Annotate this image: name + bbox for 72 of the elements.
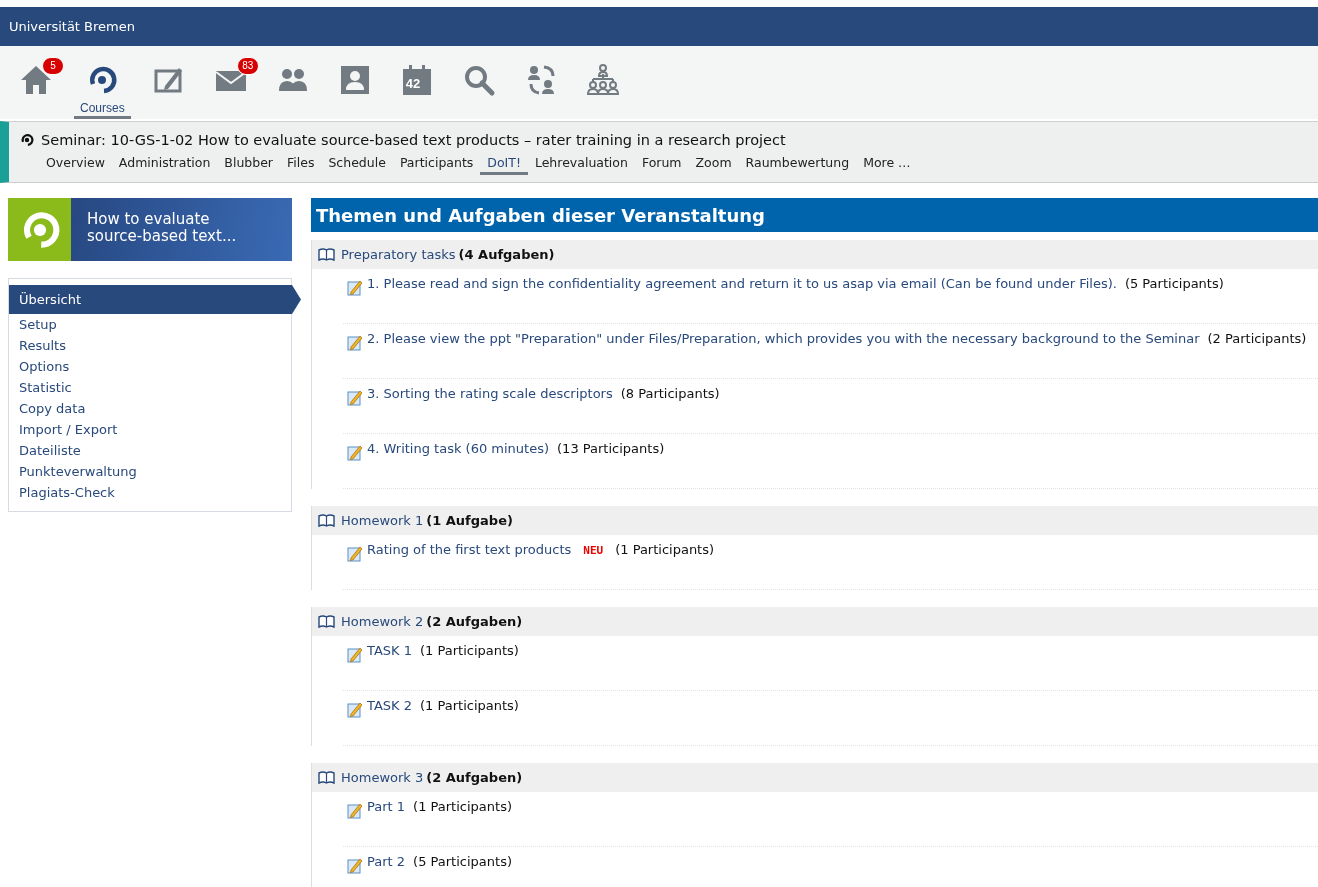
task-link[interactable]: 4. Writing task (60 minutes)	[367, 441, 550, 456]
course-tab[interactable]: Schedule	[321, 153, 393, 175]
task-link[interactable]: 3. Sorting the rating scale descriptors	[367, 386, 613, 401]
task-link[interactable]: TASK 2	[367, 698, 412, 713]
course-tab[interactable]: Blubber	[217, 153, 280, 175]
participant-count: (8 Participants)	[620, 386, 720, 401]
edit-task-icon	[347, 646, 363, 663]
participant-count: (5 Participants)	[413, 854, 512, 869]
course-tab[interactable]: Participants	[392, 153, 481, 175]
task-link[interactable]: TASK 1	[367, 643, 412, 658]
participant-count: (1 Participants)	[420, 698, 519, 713]
course-tab[interactable]: Files	[280, 153, 322, 175]
course-tab[interactable]: Overview	[39, 153, 112, 175]
new-label: NEU	[583, 544, 604, 557]
section-link[interactable]: Homework 2	[341, 614, 424, 629]
sidebar-item[interactable]: Übersicht	[9, 285, 301, 314]
notification-badge: 5	[42, 57, 64, 75]
sidebar-item[interactable]: Plagiats-Check	[9, 482, 291, 503]
sidebar-item[interactable]: Statistic	[9, 377, 291, 398]
course-title: Seminar: 10-GS-1-02 How to evaluate source-based text products – rater training in a research project	[41, 132, 786, 148]
sidebar-item[interactable]: Punkteverwaltung	[9, 461, 291, 482]
course-tab[interactable]: Forum	[634, 153, 689, 175]
edit-task-icon	[347, 334, 363, 351]
course-tab[interactable]: Raumbewertung	[738, 153, 857, 175]
participant-count: (1 Participants)	[413, 799, 512, 814]
book-icon	[318, 514, 335, 527]
task-link[interactable]: 2. Please view the ppt "Preparation" under Files/Preparation, which provides you with the necessary background to the Seminar	[367, 331, 1200, 346]
section-link[interactable]: Preparatory tasks	[341, 247, 456, 262]
participant-count: (5 Participants)	[1124, 276, 1224, 291]
participant-count: (2 Participants)	[1207, 331, 1307, 346]
book-icon	[318, 615, 335, 628]
course-tab[interactable]: Lehrevaluation	[527, 153, 635, 175]
content-title: Themen und Aufgaben dieser Veranstaltung	[316, 204, 765, 226]
sidebar-item[interactable]: Options	[9, 356, 291, 377]
course-tab[interactable]: DoIT!	[480, 153, 528, 175]
edit-task-icon	[347, 279, 363, 296]
edit-task-icon	[347, 802, 363, 819]
participant-count: (1 Participants)	[615, 542, 715, 557]
task-link[interactable]: Part 1	[367, 799, 406, 814]
sidebar-item[interactable]: Copy data	[9, 398, 291, 419]
task-link[interactable]: Rating of the first text products	[367, 542, 572, 557]
participant-count: (13 Participants)	[557, 441, 665, 456]
section-link[interactable]: Homework 3	[341, 770, 424, 785]
course-ring-icon	[19, 132, 35, 148]
task-count: (2 Aufgaben)	[426, 770, 523, 785]
task-link[interactable]: Part 2	[367, 854, 406, 869]
task-count: (4 Aufgaben)	[458, 247, 555, 262]
sidebar-item[interactable]: Dateiliste	[9, 440, 291, 461]
nav-button[interactable]: 42	[392, 46, 441, 119]
hierarchy-icon	[584, 62, 621, 98]
edit-task-icon	[347, 545, 363, 562]
edit-task-icon	[347, 389, 363, 406]
task-link[interactable]: 1. Please read and sign the confidentiality agreement and return it to us asap via email (Can be found under Files).	[367, 276, 1117, 291]
sidebar-item[interactable]: Results	[9, 335, 291, 356]
task-count: (2 Aufgaben)	[426, 614, 523, 629]
course-tab[interactable]: More …	[856, 153, 918, 175]
book-icon	[318, 248, 335, 261]
edit-task-icon	[347, 444, 363, 461]
participant-count: (1 Participants)	[420, 643, 519, 658]
course-tab[interactable]: Zoom	[688, 153, 739, 175]
task-count: (1 Aufgabe)	[426, 513, 513, 528]
section-link[interactable]: Homework 1	[341, 513, 424, 528]
edit-task-icon	[347, 857, 363, 874]
book-icon	[318, 771, 335, 784]
edit-task-icon	[347, 701, 363, 718]
site-title: Universität Bremen	[9, 19, 135, 34]
notification-badge: 83	[236, 57, 259, 75]
banner-title: How to evaluate source-based text...	[86, 209, 238, 247]
course-tab[interactable]: Administration	[111, 153, 218, 175]
calendar-date: 42	[405, 77, 421, 90]
sidebar-item[interactable]: Setup	[9, 314, 291, 335]
sidebar-item[interactable]: Import / Export	[9, 419, 291, 440]
